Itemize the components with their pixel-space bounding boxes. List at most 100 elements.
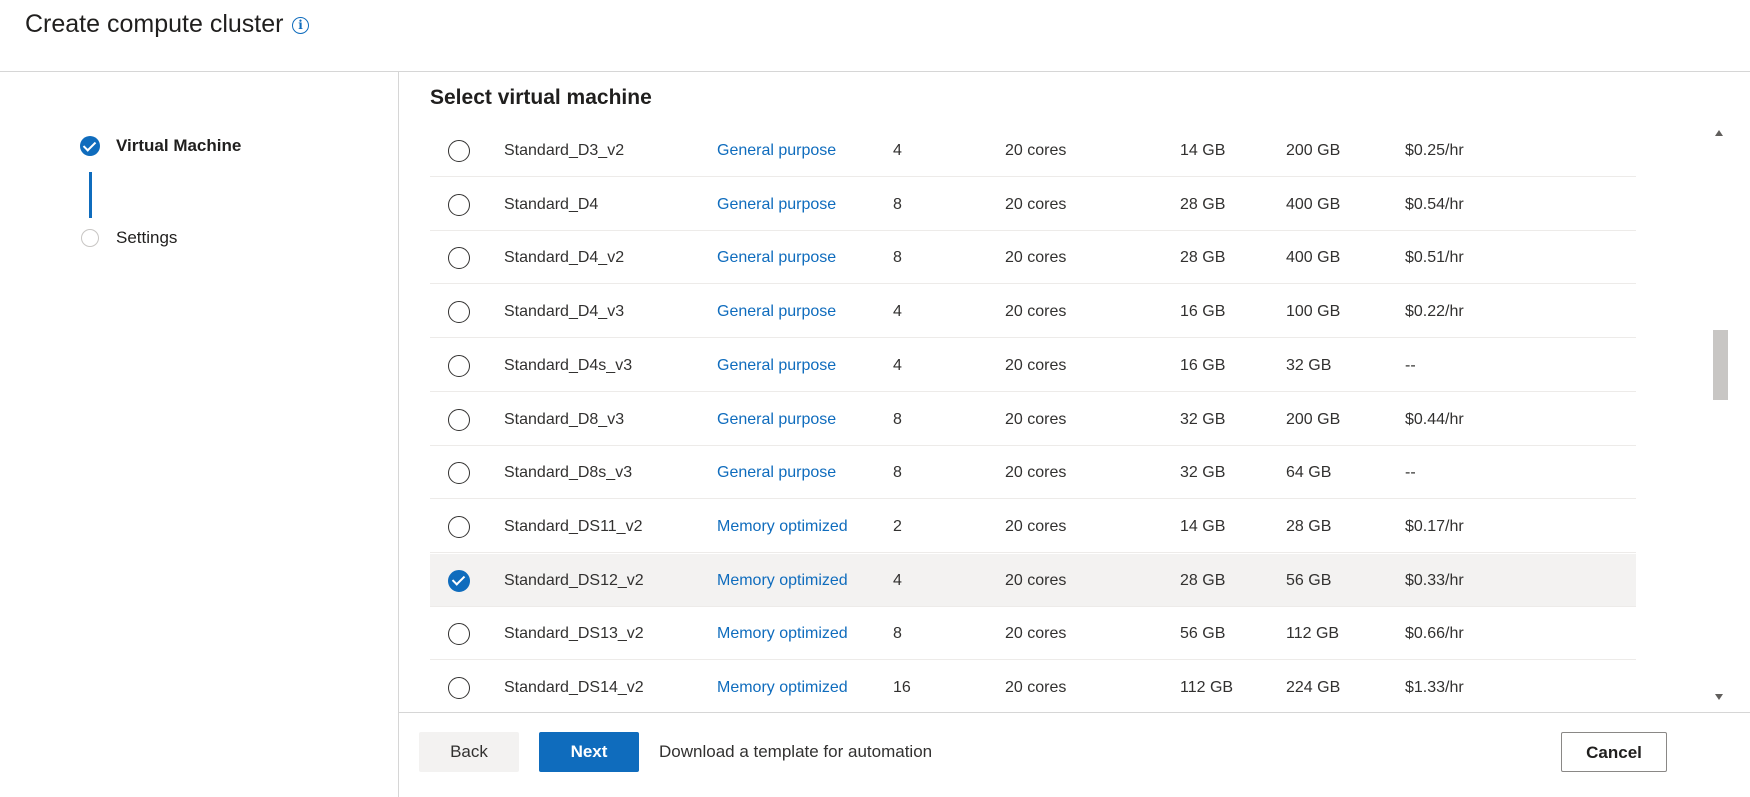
vm-quota-cell: 20 cores — [1005, 303, 1067, 320]
back-button[interactable]: Back — [419, 732, 519, 772]
vm-name-cell: Standard_D4 — [504, 196, 599, 213]
radio-button[interactable] — [448, 301, 470, 323]
radio-button[interactable] — [448, 409, 470, 431]
vm-quota-cell: 20 cores — [1005, 464, 1067, 481]
vm-cost-cell: $0.44/hr — [1405, 411, 1464, 428]
row-radio-cell[interactable] — [448, 355, 470, 377]
table-row[interactable]: Standard_DS12_v2 Memory optimized 4 20 core… — [430, 554, 1636, 607]
vm-storage-cell: 28 GB — [1286, 518, 1332, 535]
radio-checked-icon[interactable] — [448, 570, 470, 592]
row-radio-cell[interactable] — [448, 516, 470, 538]
vm-ram-cell: 28 GB — [1180, 572, 1226, 589]
vm-cost-cell: $0.51/hr — [1405, 249, 1464, 266]
table-row[interactable]: Standard_D8s_v3 General purpose 8 20 cores 3… — [430, 446, 1636, 499]
scroll-down-arrow-icon[interactable] — [1715, 694, 1723, 700]
vm-quota-cell: 20 cores — [1005, 249, 1067, 266]
radio-button[interactable] — [448, 516, 470, 538]
cancel-button[interactable]: Cancel — [1561, 732, 1667, 772]
vm-name-cell: Standard_D8s_v3 — [504, 464, 633, 481]
vm-name-cell: Standard_DS13_v2 — [504, 625, 644, 642]
vm-cost-cell: $1.33/hr — [1405, 679, 1464, 696]
step-settings[interactable]: Settings — [80, 228, 177, 248]
vm-name-cell: Standard_DS12_v2 — [504, 572, 644, 589]
info-icon[interactable]: i — [292, 17, 309, 34]
vm-quota-cell: 20 cores — [1005, 679, 1067, 696]
step-virtual-machine[interactable]: Virtual Machine — [80, 136, 241, 156]
step-connector — [89, 172, 92, 218]
vm-quota-cell: 20 cores — [1005, 411, 1067, 428]
vm-storage-cell: 224 GB — [1286, 679, 1341, 696]
vm-category-cell: General purpose — [717, 411, 837, 428]
vm-ram-cell: 56 GB — [1180, 625, 1226, 642]
step-completed-check-icon — [80, 136, 100, 156]
radio-button[interactable] — [448, 623, 470, 645]
table-row[interactable]: Standard_D4_v3 General purpose 4 20 cores 16… — [430, 285, 1636, 338]
vm-cpu-cell: 8 — [893, 196, 902, 213]
step-label: Virtual Machine — [116, 136, 242, 155]
vm-cost-cell: $0.17/hr — [1405, 518, 1464, 535]
table-row[interactable]: Standard_D4_v2 General purpose 8 20 cores 28… — [430, 231, 1636, 284]
vm-cost-cell: -- — [1405, 464, 1416, 481]
next-button[interactable]: Next — [539, 732, 639, 772]
row-radio-cell[interactable] — [448, 247, 470, 269]
section-title: Select virtual machine — [430, 86, 652, 109]
radio-button[interactable] — [448, 355, 470, 377]
vm-ram-cell: 28 GB — [1180, 196, 1226, 213]
radio-button[interactable] — [448, 140, 470, 162]
radio-button[interactable] — [448, 677, 470, 699]
table-row[interactable]: Standard_D3_v2 General purpose 4 20 cores 14… — [430, 124, 1636, 177]
vm-ram-cell: 14 GB — [1180, 142, 1226, 159]
vm-storage-cell: 112 GB — [1286, 625, 1340, 642]
download-template-link[interactable]: Download a template for automation — [659, 732, 932, 772]
scroll-thumb[interactable] — [1713, 330, 1728, 400]
table-row[interactable]: Standard_DS11_v2 Memory optimized 2 20 core… — [430, 500, 1636, 553]
row-radio-cell[interactable] — [448, 677, 470, 699]
vm-name-cell: Standard_DS11_v2 — [504, 518, 643, 535]
vm-name-cell: Standard_D4_v2 — [504, 249, 625, 266]
vm-quota-cell: 20 cores — [1005, 625, 1067, 642]
row-radio-cell[interactable] — [448, 301, 470, 323]
row-radio-cell[interactable] — [448, 570, 470, 592]
vm-storage-cell: 400 GB — [1286, 196, 1341, 213]
table-row[interactable]: Standard_DS13_v2 Memory optimized 8 20 core… — [430, 607, 1636, 660]
radio-button[interactable] — [448, 247, 470, 269]
vm-name-cell: Standard_DS14_v2 — [504, 679, 644, 696]
row-radio-cell[interactable] — [448, 623, 470, 645]
vm-cpu-cell: 8 — [893, 411, 902, 428]
vm-cpu-cell: 4 — [893, 142, 902, 159]
vm-category-cell: General purpose — [717, 196, 837, 213]
vm-table-scrollbar[interactable] — [1710, 124, 1728, 706]
vm-cpu-cell: 4 — [893, 572, 902, 589]
vm-ram-cell: 112 GB — [1180, 679, 1234, 696]
vm-quota-cell: 20 cores — [1005, 142, 1067, 159]
vm-ram-cell: 16 GB — [1180, 303, 1226, 320]
vm-storage-cell: 400 GB — [1286, 249, 1341, 266]
row-radio-cell[interactable] — [448, 140, 470, 162]
vm-ram-cell: 32 GB — [1180, 411, 1226, 428]
vm-cost-cell: $0.25/hr — [1405, 142, 1464, 159]
vm-category-cell: General purpose — [717, 357, 837, 374]
table-row[interactable]: Standard_D4s_v3 General purpose 4 20 cores 1… — [430, 339, 1636, 392]
vm-category-cell: Memory optimized — [717, 679, 848, 696]
table-row[interactable]: Standard_D4 General purpose 8 20 cores 28 GB… — [430, 178, 1636, 231]
vm-cost-cell: $0.66/hr — [1405, 625, 1464, 642]
vm-cost-cell: $0.54/hr — [1405, 196, 1464, 213]
row-radio-cell[interactable] — [448, 409, 470, 431]
step-pending-circle-icon — [81, 229, 99, 247]
row-radio-cell[interactable] — [448, 194, 470, 216]
vm-category-cell: General purpose — [717, 464, 837, 481]
vm-ram-cell: 14 GB — [1180, 518, 1226, 535]
scroll-up-arrow-icon[interactable] — [1715, 130, 1723, 136]
vm-name-cell: Standard_D4s_v3 — [504, 357, 633, 374]
row-radio-cell[interactable] — [448, 462, 470, 484]
vm-storage-cell: 64 GB — [1286, 464, 1332, 481]
table-row[interactable]: Standard_D8_v3 General purpose 8 20 cores 32… — [430, 393, 1636, 446]
wizard-steps-pane — [0, 72, 399, 797]
table-row[interactable]: Standard_DS14_v2 Memory optimized 16 20 cor… — [430, 661, 1636, 706]
radio-button[interactable] — [448, 194, 470, 216]
header: Create compute cluster i — [0, 0, 1750, 72]
vm-name-cell: Standard_D4_v3 — [504, 303, 625, 320]
vm-quota-cell: 20 cores — [1005, 196, 1067, 213]
radio-button[interactable] — [448, 462, 470, 484]
vm-category-cell: General purpose — [717, 249, 837, 266]
